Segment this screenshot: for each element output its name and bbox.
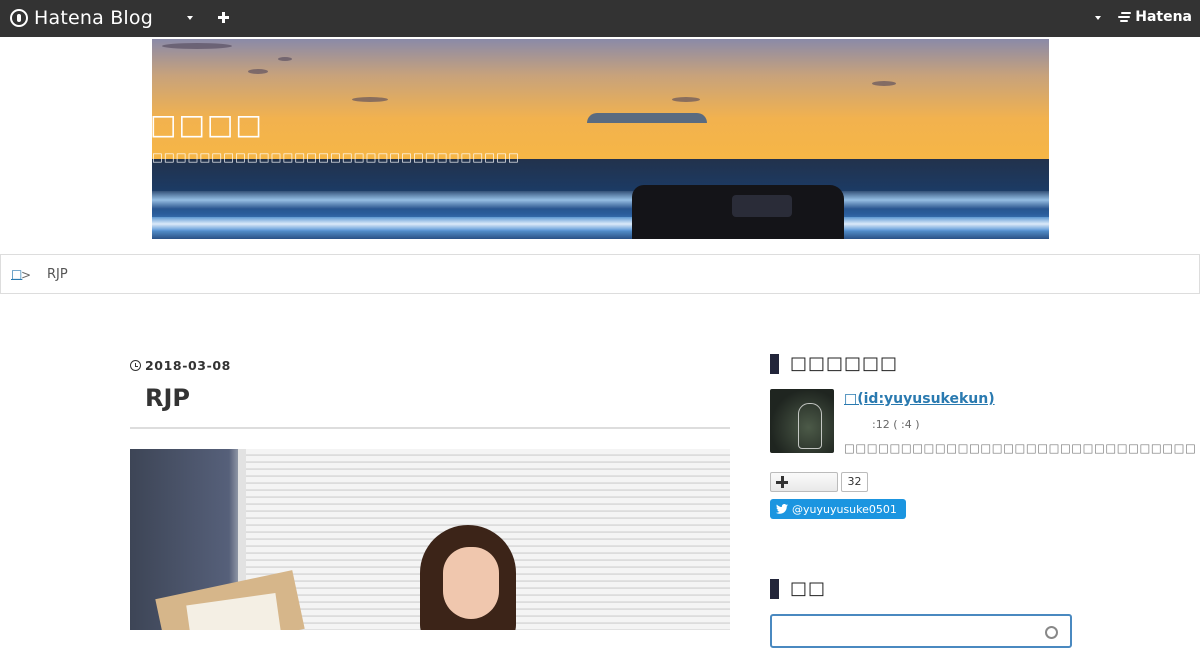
follow-button[interactable] xyxy=(770,472,838,492)
blog-menu-caret-icon[interactable] xyxy=(187,16,193,20)
profile-heading-text: □□□□□□ xyxy=(790,353,899,374)
breadcrumb-current: RJP xyxy=(47,267,68,282)
hatena-logo[interactable]: Hatena xyxy=(1118,9,1192,25)
global-header-bar: Hatena Blog Hatena xyxy=(0,0,1200,37)
twitter-bird-icon xyxy=(776,504,788,514)
heading-bar xyxy=(770,578,779,599)
breadcrumb-separator: > xyxy=(21,268,32,282)
heading-bar xyxy=(770,353,779,374)
breadcrumb: □ > RJP xyxy=(0,254,1200,294)
user-menu-caret-icon[interactable] xyxy=(1095,16,1101,20)
hatena-wave-icon xyxy=(1118,10,1132,24)
profile-heading: □□□□□□ xyxy=(770,353,898,374)
entry-date[interactable]: 2018-03-08 xyxy=(130,358,231,373)
profile-description: □□□□□□□□□□□□□□□□□□□□□□□□□□□□□□□ xyxy=(844,441,1197,455)
entry-image xyxy=(130,449,730,630)
plus-icon xyxy=(776,476,788,488)
entry-date-text: 2018-03-08 xyxy=(145,358,231,373)
logo-text: Hatena Blog xyxy=(34,7,153,29)
hatena-text: Hatena xyxy=(1135,9,1192,25)
clock-icon xyxy=(130,360,141,371)
follower-count: 32 xyxy=(841,472,868,492)
avatar[interactable] xyxy=(770,389,834,453)
hatena-blog-logo[interactable]: Hatena Blog xyxy=(10,6,153,30)
twitter-follow-button[interactable]: @yuyuyusuke0501 xyxy=(770,499,906,519)
twitter-handle: @yuyuyusuke0501 xyxy=(792,502,897,516)
search-heading-text: □□ xyxy=(790,578,827,599)
search-heading: □□ xyxy=(770,578,826,599)
search-input[interactable] xyxy=(770,614,1072,648)
blog-description: □□□□□□□□□□□□□□□□□□□□□□□□□□□□□□□ xyxy=(152,150,520,164)
profile-stats: :12 ( :4 ) xyxy=(872,418,920,431)
title-divider xyxy=(130,427,730,429)
search-icon[interactable] xyxy=(1045,626,1058,639)
hatena-blog-logo-icon xyxy=(10,9,28,27)
header-image xyxy=(152,39,1049,239)
blog-title[interactable]: □□□□ xyxy=(150,108,264,141)
plus-icon[interactable] xyxy=(217,11,231,25)
profile-name-link[interactable]: □(id:yuyusukekun) xyxy=(844,391,995,407)
entry-title[interactable]: RJP xyxy=(145,384,190,412)
